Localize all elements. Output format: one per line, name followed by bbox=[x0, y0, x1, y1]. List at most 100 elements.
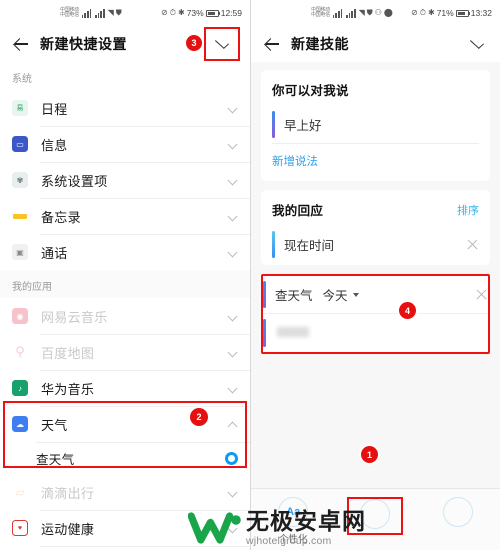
row-calls[interactable]: ▣ 通话 bbox=[0, 234, 250, 270]
check-icon[interactable] bbox=[209, 32, 235, 56]
row-notepad[interactable]: 备忘录 bbox=[0, 198, 250, 234]
row-netease-music[interactable]: ◉ 网易云音乐 bbox=[0, 298, 250, 334]
reply-text: 现在时间 bbox=[284, 239, 335, 253]
tool-add[interactable] bbox=[347, 497, 404, 535]
app-bar-right: 新建技能 bbox=[251, 26, 500, 62]
app-bar-left: 新建快捷设置 3 bbox=[0, 26, 250, 62]
say-to-me-card: 你可以对我说 早上好 新增说法 bbox=[261, 70, 490, 181]
row-qq-music[interactable]: ♪ QQ音乐 bbox=[0, 546, 250, 550]
alarm-icon: ⏱ bbox=[419, 8, 426, 17]
row-weather[interactable]: ☁ 天气 bbox=[0, 406, 250, 442]
battery-icon bbox=[205, 9, 221, 17]
sort-button[interactable]: 排序 bbox=[457, 202, 479, 218]
status-bar-left: 中国移动 中国电信 ◥ ⛊ ⊘ ⏱ ✱ 73% 12:59 bbox=[0, 0, 250, 26]
chevron-down-icon[interactable] bbox=[352, 292, 359, 297]
mute-icon: ⊘ bbox=[161, 8, 168, 17]
back-arrow-icon[interactable] bbox=[261, 34, 281, 54]
subrow-label: 查天气 bbox=[36, 452, 75, 467]
radio-selected-icon[interactable] bbox=[225, 451, 238, 465]
chevron-down-icon bbox=[228, 211, 238, 221]
status-right-group: ⊘ ⏱ ✱ 71% 13:32 bbox=[411, 8, 492, 18]
phrase-entry[interactable]: 早上好 bbox=[272, 106, 479, 144]
settings-icon: ✾ bbox=[12, 172, 28, 188]
accent-bar bbox=[263, 319, 266, 347]
row-label: 备忘录 bbox=[41, 209, 81, 225]
didi-icon: ▱ bbox=[15, 485, 25, 499]
chevron-down-icon bbox=[228, 311, 238, 321]
back-arrow-icon[interactable] bbox=[10, 34, 30, 54]
alarm-icon: ⏱ bbox=[169, 8, 176, 17]
row-system-settings[interactable]: ✾ 系统设置项 bbox=[0, 162, 250, 198]
signal-bars-icon-2 bbox=[346, 8, 356, 18]
row-messages[interactable]: ▭ 信息 bbox=[0, 126, 250, 162]
phone-icon: ▣ bbox=[12, 244, 28, 260]
step-badge-4: 4 bbox=[399, 302, 416, 319]
chevron-up-icon bbox=[228, 419, 238, 429]
app-bar-actions bbox=[204, 27, 240, 61]
card-header: 你可以对我说 bbox=[272, 80, 479, 99]
close-icon[interactable] bbox=[466, 238, 479, 251]
clock-label: 13:32 bbox=[470, 8, 492, 18]
chevron-down-icon bbox=[228, 487, 238, 497]
card-header: 我的回应 排序 bbox=[272, 200, 479, 219]
wifi-icon: ◥ bbox=[107, 8, 114, 17]
app-bar-actions bbox=[464, 32, 490, 56]
tool-label: 个性化 bbox=[278, 534, 308, 545]
battery-percent: 73% bbox=[186, 8, 204, 18]
tool-personalize[interactable]: Aa 个性化 bbox=[263, 497, 323, 545]
row-didi[interactable]: ▱ 滴滴出行 bbox=[0, 474, 250, 510]
row-calendar[interactable]: 易 日程 bbox=[0, 90, 250, 126]
step-badge-3: 3 bbox=[186, 35, 202, 51]
param-value-row[interactable] bbox=[263, 314, 488, 352]
row-huawei-music[interactable]: ♪ 华为音乐 bbox=[0, 370, 250, 406]
health-icon: ♥ bbox=[12, 520, 28, 536]
accent-bar bbox=[272, 231, 275, 258]
phrase-text: 早上好 bbox=[284, 119, 322, 133]
step-badge-2: 2 bbox=[190, 408, 208, 426]
shield-icon: ⛊ bbox=[366, 8, 373, 17]
signal-bars-icon-1 bbox=[81, 8, 92, 18]
signal-bars-icon-1 bbox=[332, 8, 343, 18]
shield-icon: ⛊ bbox=[115, 8, 122, 17]
dual-screenshot-container: 中国移动 中国电信 ◥ ⛊ ⊘ ⏱ ✱ 73% 12:59 新建快捷设置 3 系… bbox=[0, 0, 500, 550]
huawei-music-icon: ♪ bbox=[12, 380, 28, 396]
chevron-down-icon bbox=[228, 139, 238, 149]
close-icon[interactable] bbox=[475, 288, 488, 301]
action-entry[interactable]: 查天气 今天 bbox=[263, 276, 488, 314]
clock-label: 12:59 bbox=[220, 8, 242, 18]
section-header-system: 系统 bbox=[0, 62, 250, 90]
row-label: 百度地图 bbox=[41, 345, 95, 361]
carrier-line-2: 中国电信 bbox=[311, 12, 330, 18]
section-header-my-apps: 我的应用 bbox=[0, 270, 250, 298]
signal-bars-icon-2 bbox=[95, 8, 105, 18]
carrier-labels: 中国移动 中国电信 bbox=[311, 7, 330, 19]
netease-music-icon: ◉ bbox=[12, 308, 28, 324]
card-title: 你可以对我说 bbox=[272, 84, 349, 98]
check-icon[interactable] bbox=[464, 32, 490, 56]
subrow-check-weather[interactable]: 查天气 bbox=[0, 442, 250, 474]
chevron-down-icon bbox=[228, 383, 238, 393]
row-label: 日程 bbox=[41, 101, 68, 117]
bluetooth-icon: ✱ bbox=[428, 8, 435, 17]
left-phone-screen: 中国移动 中国电信 ◥ ⛊ ⊘ ⏱ ✱ 73% 12:59 新建快捷设置 3 系… bbox=[0, 0, 250, 550]
chevron-down-icon bbox=[228, 103, 238, 113]
chevron-down-icon bbox=[228, 247, 238, 257]
calendar-icon: 易 bbox=[12, 100, 28, 116]
right-content: 你可以对我说 早上好 新增说法 我的回应 排序 现在时间 查天气 今天 4 bbox=[251, 62, 500, 371]
tool-more[interactable] bbox=[428, 497, 488, 531]
chat-icon: ⬤ bbox=[383, 8, 393, 17]
reply-entry[interactable]: 现在时间 bbox=[272, 226, 479, 263]
row-label: 运动健康 bbox=[41, 521, 95, 537]
carrier-line-2: 中国电信 bbox=[60, 12, 79, 18]
bottom-toolbar: Aa 个性化 bbox=[251, 488, 500, 550]
row-baidu-map[interactable]: ⚲ 百度地图 bbox=[0, 334, 250, 370]
add-phrase-link[interactable]: 新增说法 bbox=[272, 153, 318, 169]
row-health[interactable]: ♥ 运动健康 bbox=[0, 510, 250, 546]
row-label: 通话 bbox=[41, 245, 68, 261]
messages-icon: ▭ bbox=[12, 136, 28, 152]
my-reply-card: 我的回应 排序 现在时间 bbox=[261, 190, 490, 265]
battery-percent: 71% bbox=[436, 8, 454, 18]
battery-icon bbox=[455, 9, 471, 17]
row-label: 系统设置项 bbox=[41, 173, 108, 189]
bluetooth-icon: ✱ bbox=[178, 8, 185, 17]
